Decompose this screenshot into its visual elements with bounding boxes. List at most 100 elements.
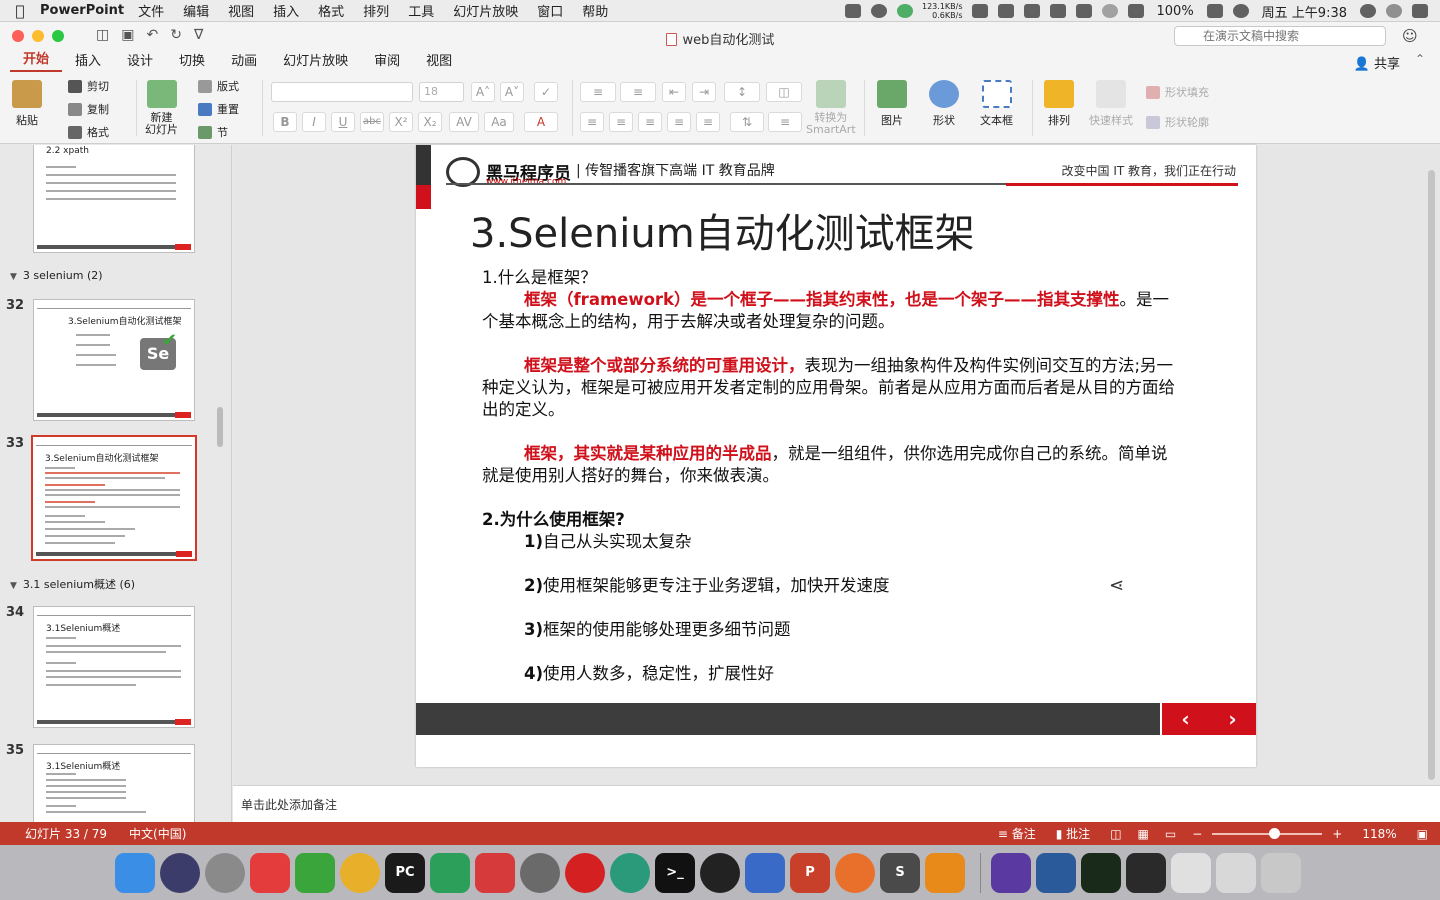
zoom-level[interactable]: 118% xyxy=(1362,827,1396,841)
menu-format[interactable]: 格式 xyxy=(318,1,344,20)
new-slide-button[interactable]: 新建 幻灯片 xyxy=(145,80,178,136)
maximize-window-button[interactable] xyxy=(52,30,64,42)
slide-thumbnails-pane[interactable]: 2.2 xpath ▼ 3 selenium (2) 32 3.Selenium自… xyxy=(0,145,232,822)
dock-powerpoint-icon[interactable]: P xyxy=(790,852,830,893)
dock-gitkraken-icon[interactable] xyxy=(430,852,470,893)
memory-icon[interactable] xyxy=(971,4,988,18)
battery-icon[interactable] xyxy=(1206,4,1223,18)
search-box[interactable] xyxy=(1174,26,1386,46)
tab-home[interactable]: 开始 xyxy=(10,48,63,72)
notification-center-icon[interactable] xyxy=(1412,4,1428,18)
customize-icon[interactable]: ∇ xyxy=(194,27,203,43)
shape-outline-button[interactable]: 形状轮廓 xyxy=(1146,114,1209,130)
spotlight-icon[interactable] xyxy=(1386,4,1402,18)
slide-thumbnail-35[interactable]: 3.1Selenium概述 xyxy=(33,744,195,822)
zoom-in-icon[interactable]: + xyxy=(1332,827,1342,841)
undo-icon[interactable]: ↶ xyxy=(146,27,158,43)
dock-pycharm-icon[interactable]: PC xyxy=(385,852,425,893)
dock-system-preferences-icon[interactable] xyxy=(520,852,560,893)
dock-sublime-icon[interactable]: S xyxy=(880,852,920,893)
tab-design[interactable]: 设计 xyxy=(114,50,166,72)
menu-window[interactable]: 窗口 xyxy=(537,1,563,20)
zoom-slider[interactable] xyxy=(1212,827,1323,839)
dock-terminal-icon[interactable]: >_ xyxy=(655,852,695,893)
slide-thumbnail-31[interactable]: 2.2 xpath xyxy=(33,145,195,253)
normal-view-icon[interactable]: ◫ xyxy=(1110,827,1121,841)
dock-netease-music-icon[interactable] xyxy=(565,852,605,893)
fit-to-window-icon[interactable]: ▣ xyxy=(1417,827,1428,841)
superscript-icon[interactable]: X² xyxy=(389,112,413,132)
zoom-slider-knob[interactable] xyxy=(1268,827,1280,839)
clock[interactable]: 周五 上午9:38 xyxy=(1262,2,1347,21)
menu-slideshow[interactable]: 幻灯片放映 xyxy=(453,1,518,20)
reset-button[interactable]: 重置 xyxy=(198,101,239,117)
italic-icon[interactable]: I xyxy=(302,112,326,132)
editor-scrollbar[interactable] xyxy=(1428,170,1435,780)
slide-thumbnail-33[interactable]: 3.Selenium自动化测试框架 xyxy=(31,435,197,561)
dock-folder-preview-icon[interactable] xyxy=(1216,852,1256,893)
notes-toggle-button[interactable]: ≡ 备注 xyxy=(998,825,1036,842)
collapse-ribbon-icon[interactable]: ⌃ xyxy=(1415,52,1425,66)
change-case-icon[interactable]: Aa xyxy=(484,112,514,132)
shape-fill-button[interactable]: 形状填充 xyxy=(1146,84,1209,100)
font-color-icon[interactable]: A xyxy=(524,112,558,132)
bullets-icon[interactable]: ≡ xyxy=(580,82,616,102)
underline-icon[interactable]: U xyxy=(331,112,355,132)
section-header-selenium[interactable]: ▼ 3 selenium (2) xyxy=(10,269,103,282)
reading-view-icon[interactable]: ▭ xyxy=(1165,827,1176,841)
grid-icon[interactable] xyxy=(1075,4,1092,18)
search-input[interactable] xyxy=(1203,29,1373,43)
dock-document-icon[interactable] xyxy=(991,852,1031,893)
save-icon[interactable]: ▣ xyxy=(121,27,134,43)
upload-tray-icon[interactable] xyxy=(897,4,913,18)
dock-git-icon[interactable] xyxy=(475,852,515,893)
skype-icon[interactable] xyxy=(1232,4,1249,18)
battery-percent[interactable]: 100% xyxy=(1157,4,1194,19)
slide-sorter-icon[interactable]: ▦ xyxy=(1138,827,1149,841)
format-painter-button[interactable]: 格式 xyxy=(68,124,109,140)
section-button[interactable]: 节 xyxy=(198,124,228,140)
slide-thumbnail-32[interactable]: 3.Selenium自动化测试框架 Se ✔ xyxy=(33,299,195,421)
thumbnails-scrollbar[interactable] xyxy=(217,407,223,447)
dock-trash-icon[interactable] xyxy=(1261,852,1301,893)
dock-vlc-icon[interactable] xyxy=(925,852,965,893)
decrease-font-icon[interactable]: A˅ xyxy=(500,82,524,102)
zoom-out-icon[interactable]: − xyxy=(1192,827,1202,841)
close-window-button[interactable] xyxy=(12,30,24,42)
menu-tools[interactable]: 工具 xyxy=(408,1,434,20)
align-left-icon[interactable]: ≡ xyxy=(580,112,604,132)
dock-launchpad-icon[interactable] xyxy=(205,852,245,893)
line-spacing-icon[interactable]: ↕ xyxy=(724,82,760,102)
language-indicator[interactable]: 中文(中国) xyxy=(129,825,186,842)
menu-view[interactable]: 视图 xyxy=(228,1,254,20)
feedback-smile-icon[interactable]: ☺ xyxy=(1402,27,1418,45)
airplay-icon[interactable] xyxy=(1127,4,1144,18)
paste-button[interactable]: 粘贴 xyxy=(12,80,42,128)
copy-button[interactable]: 复制 xyxy=(68,101,109,117)
dock-terminal-preview-icon[interactable] xyxy=(1081,852,1121,893)
align-text-icon[interactable]: ≡ xyxy=(768,112,802,132)
dock-parallels-icon[interactable] xyxy=(745,852,785,893)
slide-thumbnail-34[interactable]: 3.1Selenium概述 xyxy=(33,606,195,728)
dock-xmind-icon[interactable] xyxy=(250,852,290,893)
user-icon[interactable] xyxy=(1360,4,1376,18)
tab-view[interactable]: 视图 xyxy=(413,50,465,72)
tab-insert[interactable]: 插入 xyxy=(62,50,114,72)
dock-firefox-icon[interactable] xyxy=(835,852,875,893)
dock-chrome-icon[interactable] xyxy=(340,852,380,893)
sidebar-toggle-icon[interactable]: ◫ xyxy=(96,27,109,43)
dock-file-preview-icon[interactable] xyxy=(1171,852,1211,893)
menu-arrange[interactable]: 排列 xyxy=(363,1,389,20)
scissors-icon[interactable] xyxy=(1023,4,1040,18)
quick-styles-button[interactable]: 快速样式 xyxy=(1089,80,1133,128)
redo-icon[interactable]: ↻ xyxy=(170,27,182,43)
insert-textbox-button[interactable]: 文本框 xyxy=(980,80,1013,128)
window-icon[interactable] xyxy=(997,4,1014,18)
justify-icon[interactable]: ≡ xyxy=(667,112,691,132)
minimize-window-button[interactable] xyxy=(32,30,44,42)
numbering-icon[interactable]: ≡ xyxy=(620,82,656,102)
menu-help[interactable]: 帮助 xyxy=(582,1,608,20)
wifi-icon[interactable] xyxy=(1101,4,1118,18)
slide-title[interactable]: 3.Selenium自动化测试框架 xyxy=(470,201,975,259)
dock-code-preview-icon[interactable] xyxy=(1126,852,1166,893)
